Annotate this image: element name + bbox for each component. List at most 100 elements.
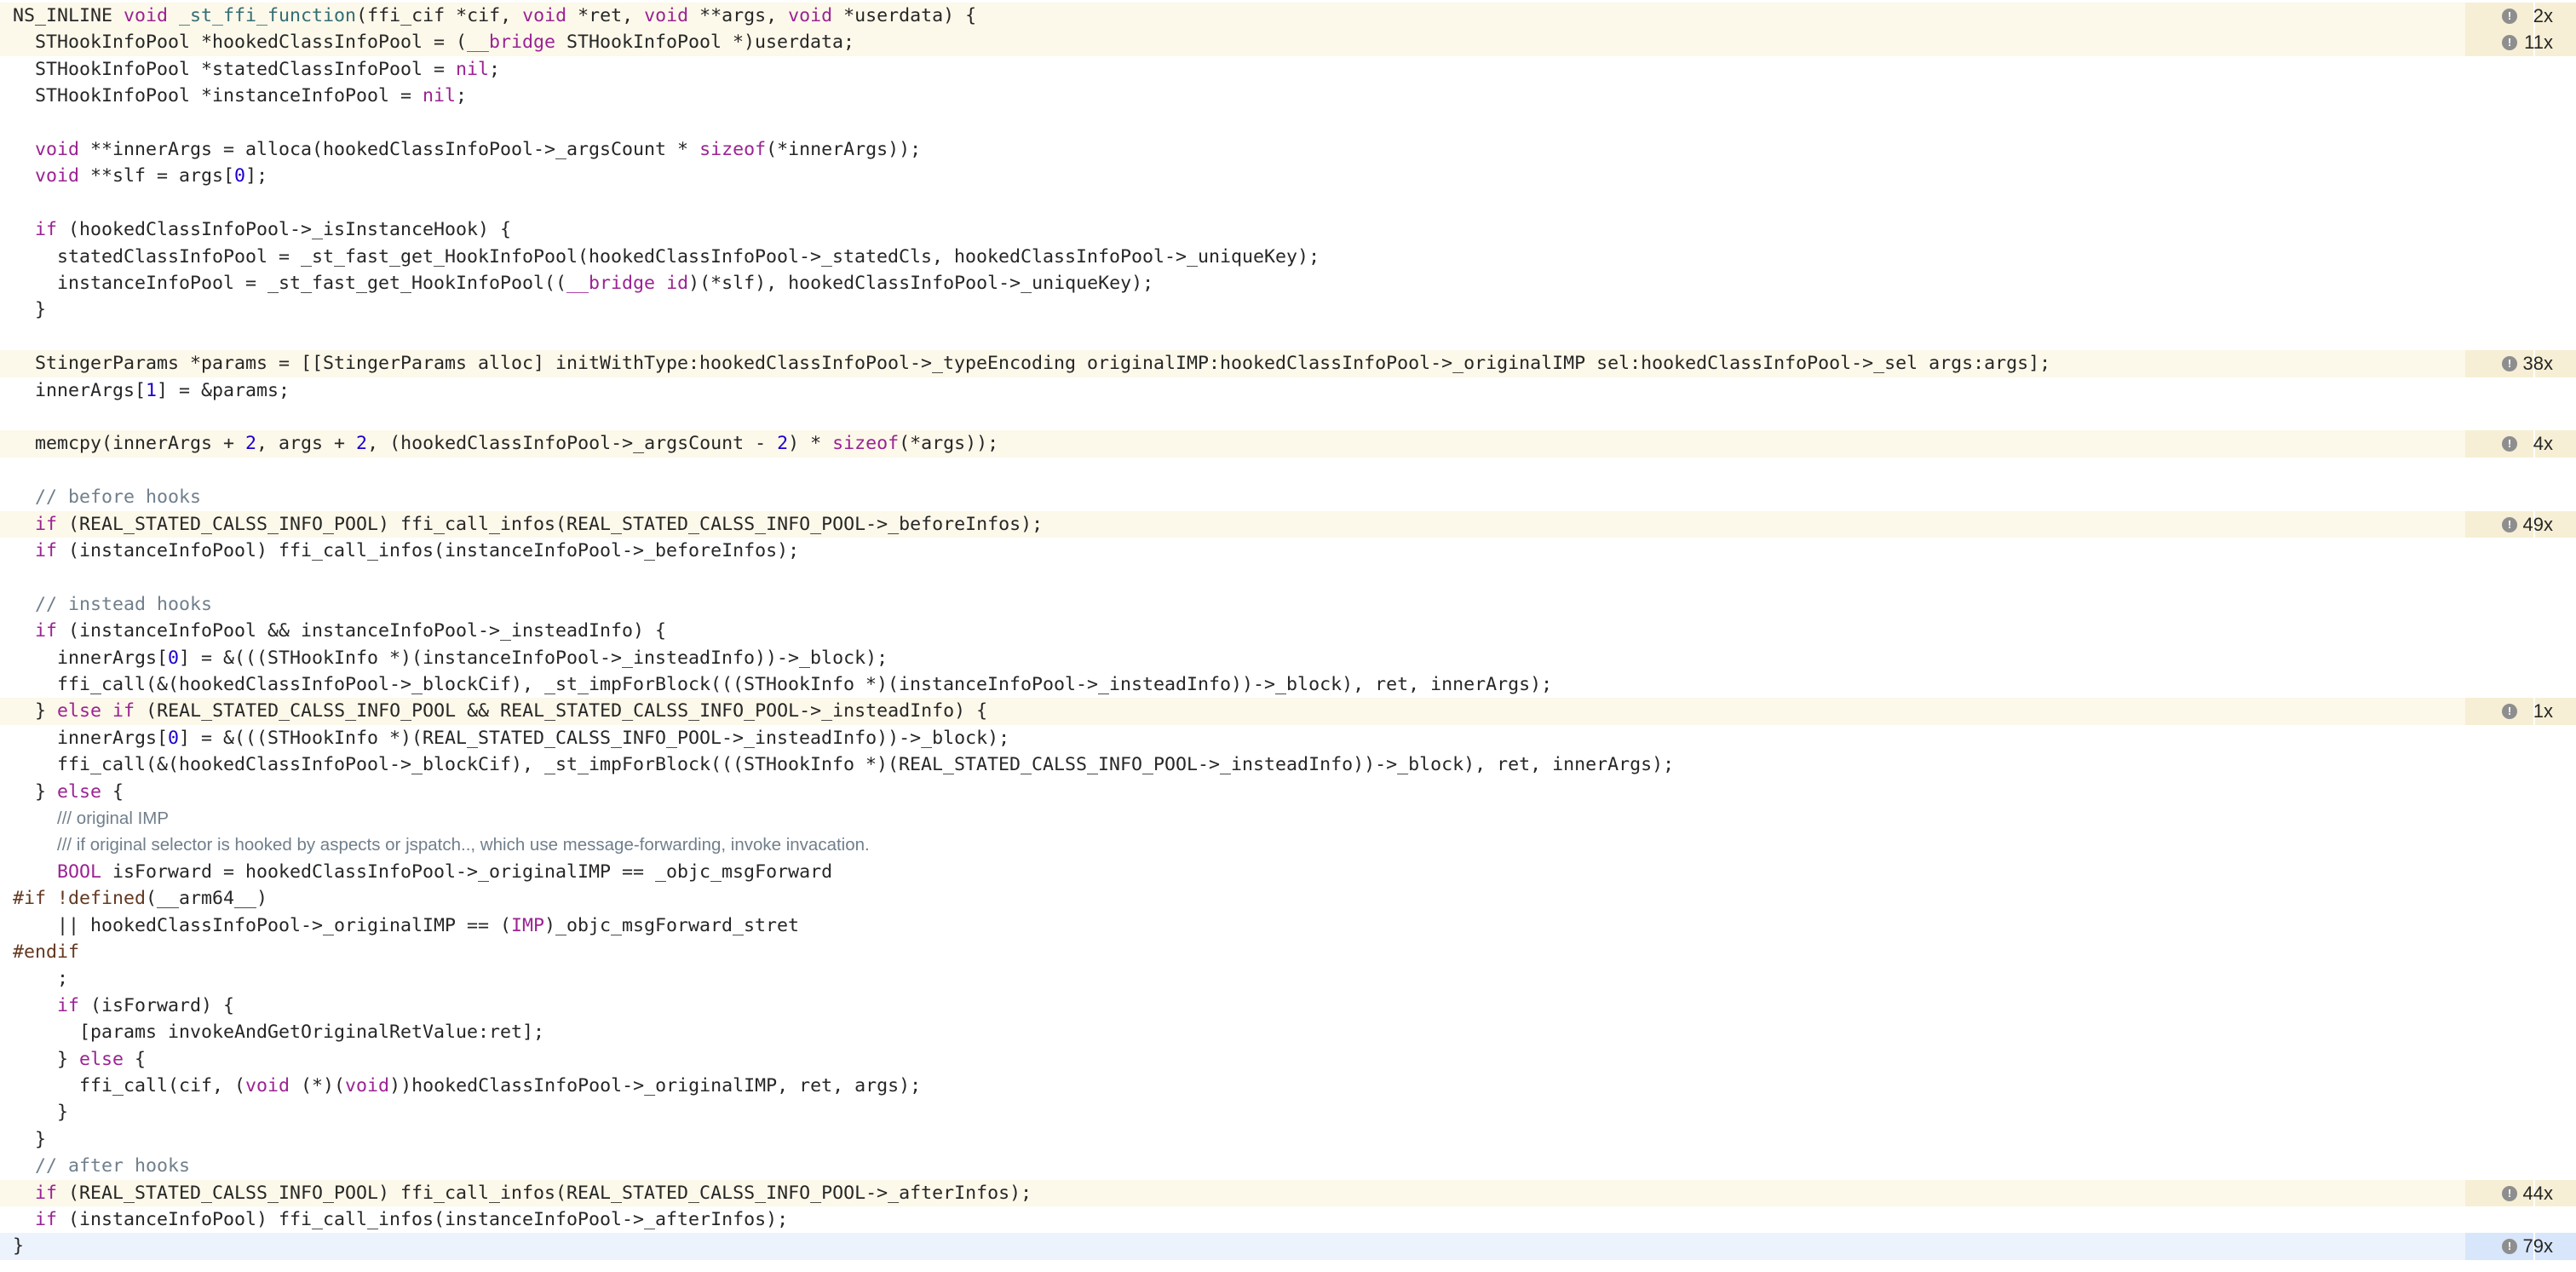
code-line[interactable]: } else { bbox=[0, 1046, 2576, 1073]
code-line[interactable]: /// original IMP bbox=[0, 805, 2576, 832]
code-text: STHookInfoPool *statedClassInfoPool = ni… bbox=[13, 58, 501, 80]
code-text: || hookedClassInfoPool->_originalIMP == … bbox=[13, 914, 800, 936]
code-line[interactable]: if (instanceInfoPool && instanceInfoPool… bbox=[0, 618, 2576, 644]
code-text: instanceInfoPool = _st_fast_get_HookInfo… bbox=[13, 273, 1154, 294]
execution-count: 79x bbox=[2522, 1235, 2553, 1258]
execution-count-badge[interactable]: ! 4x bbox=[2465, 430, 2576, 458]
code-text: if (instanceInfoPool && instanceInfoPool… bbox=[35, 620, 667, 642]
code-text: } bbox=[13, 299, 47, 321]
code-line[interactable]: #endif bbox=[0, 939, 2576, 965]
code-line[interactable]: void **slf = args[0]; bbox=[0, 163, 2576, 189]
code-text: statedClassInfoPool = _st_fast_get_HookI… bbox=[13, 245, 1320, 268]
code-line[interactable]: memcpy(innerArgs + 2, args + 2, (hookedC… bbox=[0, 430, 2576, 458]
code-line[interactable]: void **innerArgs = alloca(hookedClassInf… bbox=[0, 136, 2576, 163]
code-text: [params invokeAndGetOriginalRetValue:ret… bbox=[13, 1022, 545, 1044]
code-text: #if !defined(__arm64__) bbox=[13, 888, 268, 910]
code-text: ; bbox=[13, 968, 69, 990]
code-text: if (instanceInfoPool) ffi_call_infos(ins… bbox=[35, 1209, 789, 1230]
info-icon[interactable]: ! bbox=[2502, 35, 2517, 51]
code-line[interactable]: [params invokeAndGetOriginalRetValue:ret… bbox=[0, 1019, 2576, 1045]
code-line[interactable] bbox=[0, 190, 2576, 216]
code-text: if (instanceInfoPool) ffi_call_infos(ins… bbox=[35, 540, 800, 561]
code-line[interactable]: if (hookedClassInfoPool->_isInstanceHook… bbox=[0, 216, 2576, 243]
code-line[interactable]: } bbox=[0, 296, 2576, 323]
code-line[interactable]: if (REAL_STATED_CALSS_INFO_POOL) ffi_cal… bbox=[0, 1179, 2576, 1206]
info-icon[interactable]: ! bbox=[2502, 516, 2517, 532]
code-line[interactable]: #if !defined(__arm64__) bbox=[0, 885, 2576, 912]
execution-count: 4x bbox=[2533, 433, 2553, 455]
code-text: if (REAL_STATED_CALSS_INFO_POOL) ffi_cal… bbox=[35, 513, 1044, 535]
code-text: ffi_call(cif, (void (*)(void))hookedClas… bbox=[13, 1075, 922, 1096]
code-line[interactable]: BOOL isForward = hookedClassInfoPool->_o… bbox=[0, 859, 2576, 885]
code-text: void **slf = args[0]; bbox=[35, 165, 268, 187]
code-text: /// if original selector is hooked by as… bbox=[57, 835, 870, 855]
code-text: void **innerArgs = alloca(hookedClassInf… bbox=[35, 139, 922, 160]
execution-count-badge[interactable]: ! 79x bbox=[2465, 1233, 2576, 1260]
code-text: } bbox=[13, 1128, 47, 1150]
info-icon[interactable]: ! bbox=[2502, 1239, 2517, 1255]
code-line[interactable]: // before hooks bbox=[0, 484, 2576, 510]
code-line[interactable]: // instead hooks bbox=[0, 591, 2576, 618]
code-line[interactable]: ffi_call(cif, (void (*)(void))hookedClas… bbox=[0, 1073, 2576, 1099]
code-line[interactable]: } else if (REAL_STATED_CALSS_INFO_POOL &… bbox=[0, 698, 2576, 725]
code-text: if (hookedClassInfoPool->_isInstanceHook… bbox=[35, 219, 512, 241]
code-text: StingerParams *params = [[StingerParams … bbox=[13, 353, 2051, 375]
code-line[interactable]: // after hooks bbox=[0, 1153, 2576, 1179]
code-line[interactable]: if (REAL_STATED_CALSS_INFO_POOL) ffi_cal… bbox=[0, 510, 2576, 538]
execution-count-badge[interactable]: ! 11x bbox=[2465, 29, 2576, 56]
code-text: // instead hooks bbox=[13, 593, 213, 615]
code-line[interactable] bbox=[0, 404, 2576, 430]
code-line[interactable]: } else { bbox=[0, 779, 2576, 805]
code-line[interactable]: ffi_call(&(hookedClassInfoPool->_blockCi… bbox=[0, 671, 2576, 698]
code-text: memcpy(innerArgs + 2, args + 2, (hookedC… bbox=[13, 433, 999, 455]
code-line[interactable]: ffi_call(&(hookedClassInfoPool->_blockCi… bbox=[0, 751, 2576, 778]
code-line[interactable]: statedClassInfoPool = _st_fast_get_HookI… bbox=[0, 244, 2576, 270]
code-line[interactable]: if (instanceInfoPool) ffi_call_infos(ins… bbox=[0, 538, 2576, 564]
code-line[interactable]: }! 79x bbox=[0, 1233, 2576, 1260]
code-line[interactable]: innerArgs[0] = &(((STHookInfo *)(REAL_ST… bbox=[0, 725, 2576, 751]
code-line[interactable]: if (instanceInfoPool) ffi_call_infos(ins… bbox=[0, 1206, 2576, 1233]
code-line[interactable]: instanceInfoPool = _st_fast_get_HookInfo… bbox=[0, 270, 2576, 296]
info-icon[interactable]: ! bbox=[2502, 356, 2517, 372]
code-line[interactable]: STHookInfoPool *instanceInfoPool = nil; bbox=[0, 83, 2576, 109]
code-text: innerArgs[0] = &(((STHookInfo *)(instanc… bbox=[13, 647, 888, 669]
code-text: } else { bbox=[13, 780, 124, 803]
code-line[interactable]: if (isForward) { bbox=[0, 993, 2576, 1019]
code-text: if (isForward) { bbox=[57, 994, 235, 1016]
code-editor[interactable]: NS_INLINE void _st_ffi_function(ffi_cif … bbox=[0, 0, 2576, 1272]
execution-count-badge[interactable]: ! 38x bbox=[2465, 350, 2576, 377]
info-icon[interactable]: ! bbox=[2502, 436, 2517, 452]
code-line[interactable]: /// if original selector is hooked by as… bbox=[0, 832, 2576, 858]
execution-count-badge[interactable]: ! 44x bbox=[2465, 1179, 2576, 1206]
execution-count: 2x bbox=[2533, 5, 2553, 26]
info-icon[interactable]: ! bbox=[2502, 9, 2517, 24]
execution-count-badge[interactable]: ! 49x bbox=[2465, 510, 2576, 538]
code-line[interactable]: NS_INLINE void _st_ffi_function(ffi_cif … bbox=[0, 3, 2576, 30]
code-line[interactable]: innerArgs[0] = &(((STHookInfo *)(instanc… bbox=[0, 645, 2576, 671]
code-line[interactable]: STHookInfoPool *statedClassInfoPool = ni… bbox=[0, 56, 2576, 83]
code-text: innerArgs[0] = &(((STHookInfo *)(REAL_ST… bbox=[13, 727, 1010, 749]
execution-count: 38x bbox=[2522, 353, 2553, 375]
code-line[interactable] bbox=[0, 564, 2576, 590]
code-line[interactable] bbox=[0, 458, 2576, 484]
code-line[interactable]: StingerParams *params = [[StingerParams … bbox=[0, 350, 2576, 377]
code-line[interactable]: ; bbox=[0, 965, 2576, 992]
code-line[interactable]: || hookedClassInfoPool->_originalIMP == … bbox=[0, 912, 2576, 939]
code-line[interactable] bbox=[0, 324, 2576, 350]
code-text: // after hooks bbox=[13, 1155, 191, 1177]
code-line[interactable]: STHookInfoPool *hookedClassInfoPool = (_… bbox=[0, 29, 2576, 56]
execution-count-badge[interactable]: ! 2x bbox=[2465, 3, 2576, 30]
code-line[interactable] bbox=[0, 110, 2576, 136]
info-icon[interactable]: ! bbox=[2502, 1185, 2517, 1201]
execution-count-badge[interactable]: ! 1x bbox=[2465, 698, 2576, 725]
code-line[interactable]: innerArgs[1] = &params; bbox=[0, 377, 2576, 404]
code-text: ffi_call(&(hookedClassInfoPool->_blockCi… bbox=[13, 754, 1675, 776]
info-icon[interactable]: ! bbox=[2502, 704, 2517, 720]
code-line[interactable]: } bbox=[0, 1099, 2576, 1125]
code-text: /// original IMP bbox=[57, 809, 170, 828]
code-text: // before hooks bbox=[13, 486, 202, 509]
code-text: } bbox=[13, 1102, 69, 1124]
code-text: if (REAL_STATED_CALSS_INFO_POOL) ffi_cal… bbox=[35, 1182, 1032, 1204]
code-line[interactable]: } bbox=[0, 1126, 2576, 1153]
code-text: } else if (REAL_STATED_CALSS_INFO_POOL &… bbox=[13, 700, 988, 722]
